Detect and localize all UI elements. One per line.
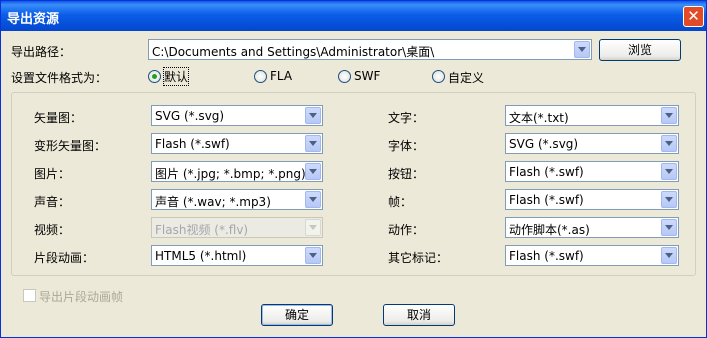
sound-format-value: 声音 (*.wav; *.mp3): [155, 195, 271, 209]
chevron-down-icon[interactable]: [305, 191, 321, 208]
button-format-value: Flash (*.swf): [509, 165, 584, 179]
vector-format-value: SVG (*.svg): [155, 109, 225, 123]
close-button[interactable]: ✕: [683, 6, 704, 27]
chevron-down-icon[interactable]: [305, 247, 321, 264]
radio-custom-label: 自定义: [448, 71, 485, 85]
font-label: 字体：: [388, 139, 425, 153]
chevron-down-icon[interactable]: [574, 41, 590, 58]
other-tags-format-value: Flash (*.swf): [509, 249, 584, 263]
ok-button[interactable]: 确定: [261, 304, 333, 326]
radio-fla[interactable]: [254, 70, 267, 83]
browse-button[interactable]: 浏览: [599, 39, 681, 61]
chevron-down-icon[interactable]: [661, 135, 677, 152]
video-format-value: Flash视频 (*.flv): [155, 223, 249, 237]
other-tags-label: 其它标记：: [388, 251, 449, 265]
clip-animation-format-value: HTML5 (*.html): [155, 249, 247, 263]
morph-vector-format-select[interactable]: Flash (*.swf): [151, 133, 323, 154]
radio-custom[interactable]: [432, 70, 445, 83]
sound-label: 声音：: [34, 195, 71, 209]
chevron-down-icon[interactable]: [661, 191, 677, 208]
export-clip-frames-label: 导出片段动画帧: [39, 290, 124, 304]
vector-label: 矢量图：: [34, 111, 83, 125]
radio-default[interactable]: [148, 70, 161, 83]
text-format-value: 文本(*.txt): [509, 111, 569, 125]
action-label: 动作：: [388, 223, 425, 237]
action-format-value: 动作脚本(*.as): [509, 223, 590, 237]
other-tags-format-select[interactable]: Flash (*.swf): [505, 245, 679, 266]
image-format-select[interactable]: 图片 (*.jpg; *.bmp; *.png): [151, 161, 323, 182]
export-resources-dialog: 导出资源 ✕ 导出路径： C:\Documents and Settings\A…: [0, 0, 707, 338]
chevron-down-icon: [305, 219, 321, 236]
radio-swf-label: SWF: [354, 69, 381, 83]
window-title: 导出资源: [7, 12, 60, 27]
chevron-down-icon[interactable]: [305, 107, 321, 124]
vector-format-select[interactable]: SVG (*.svg): [151, 105, 323, 126]
chevron-down-icon[interactable]: [661, 247, 677, 264]
font-format-value: SVG (*.svg): [509, 137, 579, 151]
title-bar[interactable]: 导出资源 ✕: [1, 1, 706, 31]
chevron-down-icon[interactable]: [661, 107, 677, 124]
action-format-select[interactable]: 动作脚本(*.as): [505, 217, 679, 238]
text-format-select[interactable]: 文本(*.txt): [505, 105, 679, 126]
frame-format-value: Flash (*.swf): [509, 193, 584, 207]
frame-format-select[interactable]: Flash (*.swf): [505, 189, 679, 210]
export-path-value: C:\Documents and Settings\Administrator\…: [152, 45, 435, 59]
morph-vector-label: 变形矢量图：: [34, 139, 107, 153]
chevron-down-icon[interactable]: [305, 163, 321, 180]
sound-format-select[interactable]: 声音 (*.wav; *.mp3): [151, 189, 323, 210]
cancel-button[interactable]: 取消: [383, 304, 455, 326]
video-label: 视频：: [34, 223, 71, 237]
export-path-combo[interactable]: C:\Documents and Settings\Administrator\…: [148, 39, 592, 60]
frame-label: 帧：: [388, 195, 413, 209]
font-format-select[interactable]: SVG (*.svg): [505, 133, 679, 154]
format-label: 设置文件格式为：: [11, 71, 108, 85]
export-clip-frames-checkbox: [23, 289, 36, 302]
clip-animation-label: 片段动画：: [34, 251, 95, 265]
chevron-down-icon[interactable]: [305, 135, 321, 152]
image-label: 图片：: [34, 167, 71, 181]
export-path-label: 导出路径：: [11, 45, 72, 59]
radio-swf[interactable]: [338, 70, 351, 83]
morph-vector-format-value: Flash (*.swf): [155, 137, 230, 151]
clip-animation-format-select[interactable]: HTML5 (*.html): [151, 245, 323, 266]
radio-fla-label: FLA: [270, 69, 293, 83]
text-label: 文字：: [388, 111, 425, 125]
button-format-select[interactable]: Flash (*.swf): [505, 161, 679, 182]
video-format-select: Flash视频 (*.flv): [151, 217, 323, 238]
close-icon: ✕: [687, 7, 700, 25]
radio-default-label: 默认: [162, 67, 190, 86]
chevron-down-icon[interactable]: [661, 219, 677, 236]
image-format-value: 图片 (*.jpg; *.bmp; *.png): [155, 167, 306, 181]
button-label: 按钮：: [388, 167, 425, 181]
chevron-down-icon[interactable]: [661, 163, 677, 180]
